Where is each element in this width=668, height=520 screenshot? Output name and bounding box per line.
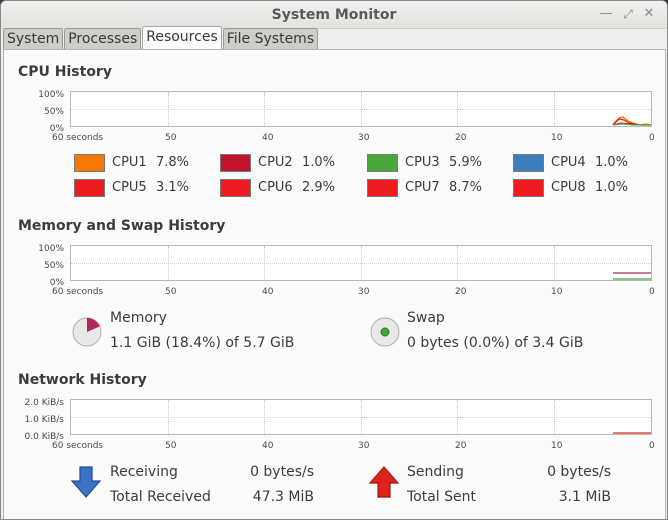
net-x-10: 10 <box>551 441 563 451</box>
net-x-30: 30 <box>358 441 370 451</box>
tab-processes[interactable]: Processes <box>64 28 142 51</box>
cpu-x-start: 60 seconds <box>52 133 104 143</box>
tab-bar: System Processes Resources File Systems <box>3 26 319 51</box>
mem-x-40: 40 <box>262 287 274 297</box>
memory-history-title: Memory and Swap History <box>18 218 226 234</box>
mem-x-20: 20 <box>455 287 467 297</box>
memory-pie-icon[interactable] <box>71 316 103 348</box>
cpu-x-30: 30 <box>358 133 370 143</box>
total-received-value: 47.3 MiB <box>252 489 314 505</box>
swap-pie-icon[interactable] <box>369 316 401 348</box>
cpu-history-title: CPU History <box>18 64 112 80</box>
minimize-icon[interactable]: — <box>599 7 613 21</box>
sending-value: 0 bytes/s <box>547 464 611 480</box>
swap-value: 0 bytes (0.0%) of 3.4 GiB <box>407 335 584 351</box>
receiving-arrow-icon[interactable] <box>70 465 102 499</box>
receiving-label: Receiving <box>110 464 178 480</box>
total-received-label: Total Received <box>110 489 211 505</box>
tab-resources[interactable]: Resources <box>142 26 222 51</box>
mem-x-50: 50 <box>165 287 177 297</box>
maximize-icon[interactable]: ⤢ <box>621 7 635 21</box>
cpu4-color-swatch[interactable] <box>513 154 544 172</box>
tab-system[interactable]: System <box>3 28 64 51</box>
total-sent-label: Total Sent <box>407 489 477 505</box>
cpu-x-10: 10 <box>551 133 563 143</box>
mem-x-start: 60 seconds <box>52 287 104 297</box>
sending-arrow-icon[interactable] <box>368 465 400 499</box>
mem-y-tick-50: 50% <box>43 261 64 271</box>
title-bar[interactable]: System Monitor — ⤢ ✕ <box>1 1 667 29</box>
memory-history-graph <box>70 245 652 281</box>
cpu-y-tick-50: 50% <box>43 107 64 117</box>
close-icon[interactable]: ✕ <box>642 7 656 21</box>
tab-file-systems[interactable]: File Systems <box>222 28 319 51</box>
net-y-tick-2: 2.0 KiB/s <box>24 398 64 408</box>
memory-value: 1.1 GiB (18.4%) of 5.7 GiB <box>110 335 295 351</box>
cpu-x-20: 20 <box>455 133 467 143</box>
swap-label: Swap <box>407 310 445 326</box>
mem-x-0: 0 <box>649 287 655 297</box>
cpu8-color-swatch[interactable] <box>513 179 544 197</box>
cpu5-color-swatch[interactable] <box>74 179 105 197</box>
net-y-tick-1: 1.0 KiB/s <box>24 415 64 425</box>
mem-y-tick-100: 100% <box>38 244 64 254</box>
total-sent-value: 3.1 MiB <box>558 489 611 505</box>
system-monitor-window: System Monitor — ⤢ ✕ System Processes Re… <box>0 0 668 520</box>
cpu3-color-swatch[interactable] <box>367 154 398 172</box>
mem-x-10: 10 <box>551 287 563 297</box>
cpu6-color-swatch[interactable] <box>220 179 251 197</box>
cpu1-color-swatch[interactable] <box>74 154 105 172</box>
cpu2-color-swatch[interactable] <box>220 154 251 172</box>
network-history-graph <box>70 399 652 435</box>
mem-x-30: 30 <box>358 287 370 297</box>
cpu-x-40: 40 <box>262 133 274 143</box>
cpu-x-0: 0 <box>649 133 655 143</box>
cpu-y-tick-100: 100% <box>38 90 64 100</box>
network-history-title: Network History <box>18 372 147 388</box>
net-x-0: 0 <box>649 441 655 451</box>
memory-label: Memory <box>110 310 167 326</box>
resources-panel: CPU History 100% 50% 0% 60 seconds 50 40… <box>3 49 666 519</box>
net-x-start: 60 seconds <box>52 441 104 451</box>
cpu7-color-swatch[interactable] <box>367 179 398 197</box>
window-title: System Monitor <box>271 7 397 23</box>
receiving-value: 0 bytes/s <box>250 464 314 480</box>
net-x-20: 20 <box>455 441 467 451</box>
net-x-40: 40 <box>262 441 274 451</box>
sending-label: Sending <box>407 464 464 480</box>
cpu-history-graph <box>70 91 652 127</box>
cpu-x-50: 50 <box>165 133 177 143</box>
net-x-50: 50 <box>165 441 177 451</box>
